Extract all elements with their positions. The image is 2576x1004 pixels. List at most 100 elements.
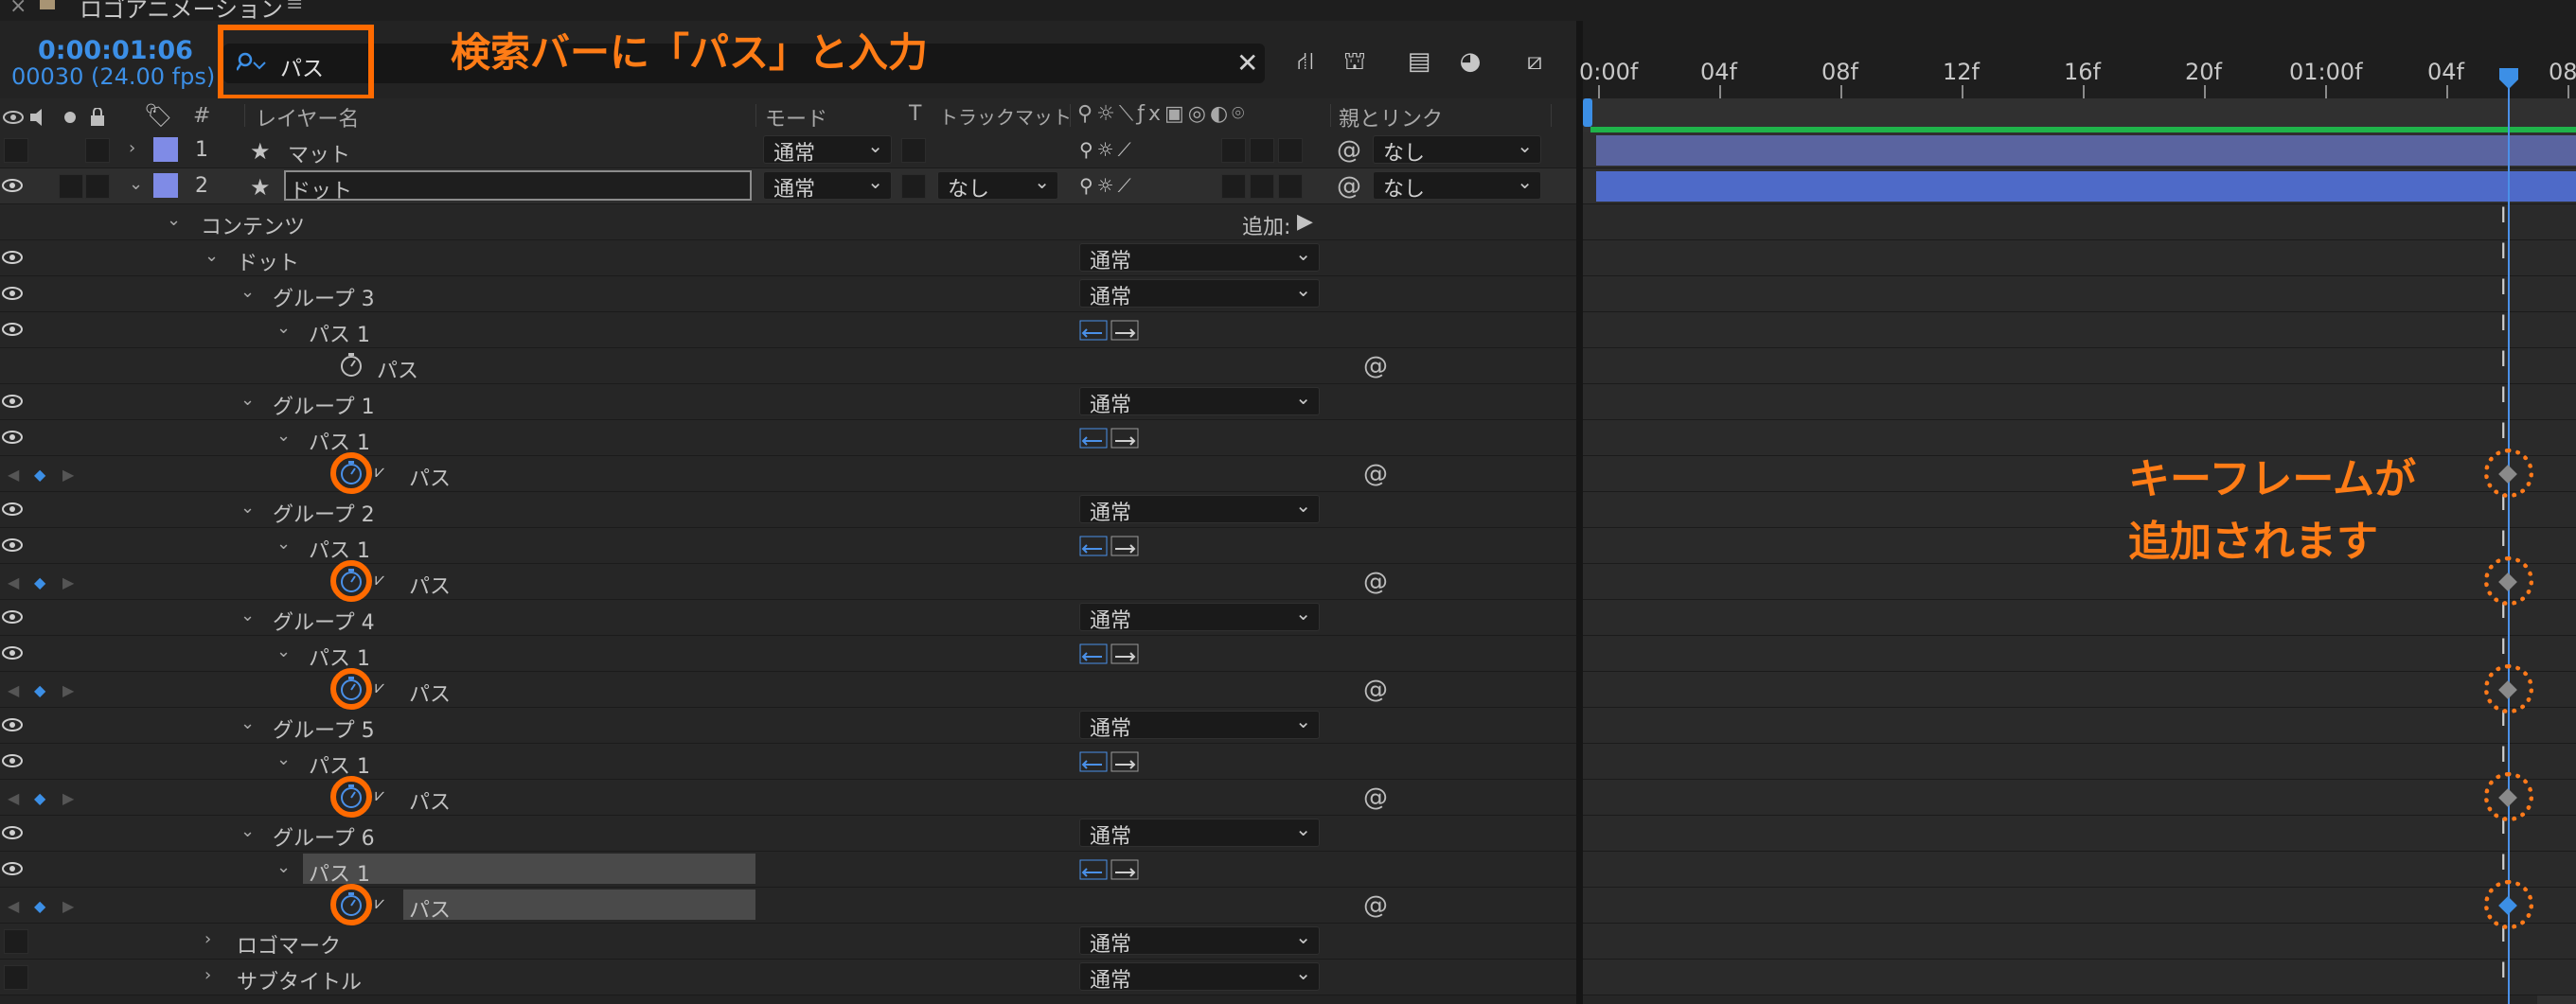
- preserve-transparency-toggle[interactable]: [901, 174, 926, 199]
- collapse-chevron-icon[interactable]: ⌄: [240, 282, 255, 302]
- column-divider[interactable]: [244, 104, 245, 127]
- parent-dropdown[interactable]: なし ⌄: [1373, 170, 1541, 202]
- path-row[interactable]: ⌄ パス 1: [0, 636, 1576, 672]
- solo-toggle[interactable]: [59, 174, 83, 199]
- path-direction-icon[interactable]: [1079, 536, 1140, 556]
- layer-name-header[interactable]: レイヤー名: [256, 102, 359, 132]
- path-row[interactable]: ⌄ パス 1: [0, 312, 1576, 348]
- graph-toggle-icon[interactable]: ⩗: [375, 570, 384, 590]
- keyframe-diamond-icon[interactable]: ◆: [34, 789, 45, 807]
- label-color-swatch[interactable]: [153, 173, 178, 198]
- frame-blending-icon[interactable]: ▤: [1403, 47, 1435, 79]
- prev-keyframe-icon[interactable]: ◀: [8, 789, 19, 807]
- group-row[interactable]: ⌄ グループ 4 通常 ⌄: [0, 600, 1576, 636]
- group-row[interactable]: ⌄ グループ 5 通常 ⌄: [0, 708, 1576, 744]
- keyframe-diamond-icon[interactable]: ◆: [34, 573, 45, 591]
- group-row[interactable]: ⌄ グループ 6 通常 ⌄: [0, 816, 1576, 852]
- column-divider[interactable]: [1551, 104, 1552, 127]
- pickwhip-icon[interactable]: @: [1337, 172, 1361, 201]
- blend-mode-dropdown[interactable]: 通常 ⌄: [1079, 602, 1320, 633]
- path-row[interactable]: ⌄ パス 1: [0, 528, 1576, 564]
- mode-dropdown[interactable]: 通常 ⌄: [763, 170, 892, 202]
- contents-row[interactable]: ⌄ コンテンツ 追加: ▶: [0, 204, 1576, 240]
- graph-toggle-icon[interactable]: ⩗: [375, 785, 384, 805]
- path-direction-icon[interactable]: [1079, 643, 1140, 664]
- column-divider[interactable]: [1330, 104, 1331, 127]
- timeline-track[interactable]: [1583, 168, 2576, 204]
- graph-toggle-icon[interactable]: ⩗: [375, 893, 384, 913]
- eye-icon[interactable]: [2, 717, 23, 732]
- pickwhip-icon[interactable]: @: [1363, 460, 1388, 488]
- path-direction-icon[interactable]: [1079, 859, 1140, 880]
- path-direction-icon[interactable]: [1079, 320, 1140, 341]
- expand-chevron-icon[interactable]: ›: [204, 929, 211, 949]
- graph-toggle-icon[interactable]: ⩗: [375, 678, 384, 697]
- keyframe-diamond-icon[interactable]: ◆: [34, 681, 45, 699]
- layer-row[interactable]: ⌄ 2 ★ ドット 通常 ⌄ なし ⌄ ⚲☼⟋ @ なし ⌄: [0, 168, 1576, 204]
- motion-blur-icon[interactable]: ◕: [1454, 47, 1486, 79]
- pickwhip-icon[interactable]: @: [1363, 784, 1388, 812]
- mode-dropdown[interactable]: 通常 ⌄: [763, 134, 892, 166]
- path-property-row[interactable]: ◀ ◆ ▶ ⩗ パス @: [0, 888, 1576, 924]
- collapse-chevron-icon[interactable]: ⌄: [276, 857, 291, 877]
- eye-icon[interactable]: [2, 394, 23, 409]
- eye-icon[interactable]: [2, 502, 23, 517]
- path-direction-icon[interactable]: [1079, 428, 1140, 449]
- next-keyframe-icon[interactable]: ▶: [62, 789, 74, 807]
- eye-icon[interactable]: [2, 178, 23, 193]
- prev-keyframe-icon[interactable]: ◀: [8, 466, 19, 484]
- next-keyframe-icon[interactable]: ▶: [62, 466, 74, 484]
- path-property-row[interactable]: ◀ ◆ ▶ ⩗ パス @: [0, 780, 1576, 816]
- switch-box[interactable]: [1278, 138, 1303, 163]
- group-row[interactable]: › ロゴマーク 通常 ⌄: [0, 924, 1576, 960]
- keyframe-diamond-icon[interactable]: ◆: [34, 466, 45, 484]
- collapse-chevron-icon[interactable]: ⌄: [240, 821, 255, 841]
- path-row[interactable]: ⌄ パス 1: [0, 852, 1576, 888]
- close-tab-icon[interactable]: ×: [9, 0, 27, 18]
- switch-box[interactable]: [1250, 138, 1274, 163]
- flowchart-icon[interactable]: ⛙: [1289, 47, 1322, 79]
- next-keyframe-icon[interactable]: ▶: [62, 573, 74, 591]
- eye-icon[interactable]: [2, 430, 23, 445]
- expand-chevron-icon[interactable]: ›: [204, 965, 211, 985]
- prev-keyframe-icon[interactable]: ◀: [8, 897, 19, 915]
- panel-divider[interactable]: [1576, 21, 1583, 1004]
- pickwhip-icon[interactable]: @: [1337, 136, 1361, 165]
- path-row[interactable]: ⌄ パス 1: [0, 420, 1576, 456]
- collapse-chevron-icon[interactable]: ⌄: [276, 318, 291, 338]
- eye-icon[interactable]: [2, 250, 23, 265]
- video-toggle[interactable]: [4, 929, 28, 954]
- preserve-transparency-toggle[interactable]: [901, 138, 926, 163]
- current-time[interactable]: 0:00:01:06: [38, 36, 193, 65]
- pickwhip-icon[interactable]: @: [1363, 352, 1388, 380]
- blend-mode-dropdown[interactable]: 通常 ⌄: [1079, 961, 1320, 993]
- eye-icon[interactable]: [2, 609, 23, 625]
- collapse-chevron-icon[interactable]: ⌄: [276, 534, 291, 554]
- blend-mode-dropdown[interactable]: 通常 ⌄: [1079, 386, 1320, 417]
- current-time-indicator[interactable]: [2508, 78, 2510, 1004]
- prev-keyframe-icon[interactable]: ◀: [8, 573, 19, 591]
- layer-duration-bar[interactable]: [1596, 171, 2576, 202]
- path-property-row[interactable]: ◀ ◆ ▶ ⩗ パス @: [0, 672, 1576, 708]
- switch-box[interactable]: [1221, 138, 1246, 163]
- pickwhip-icon[interactable]: @: [1363, 568, 1388, 596]
- group-row[interactable]: ⌄ グループ 2 通常 ⌄: [0, 492, 1576, 528]
- blend-mode-dropdown[interactable]: 通常 ⌄: [1079, 818, 1320, 849]
- eye-icon[interactable]: [2, 322, 23, 337]
- lock-toggle[interactable]: [85, 174, 110, 199]
- blend-mode-dropdown[interactable]: 通常 ⌄: [1079, 242, 1320, 273]
- collapse-chevron-icon[interactable]: ⌄: [240, 713, 255, 733]
- label-color-swatch[interactable]: [153, 137, 178, 162]
- pickwhip-icon[interactable]: @: [1363, 676, 1388, 704]
- blend-mode-dropdown[interactable]: 通常 ⌄: [1079, 278, 1320, 309]
- clear-search-icon[interactable]: ✕: [1236, 47, 1258, 79]
- eye-icon[interactable]: [2, 645, 23, 661]
- prev-keyframe-icon[interactable]: ◀: [8, 681, 19, 699]
- zoom-bar[interactable]: [1583, 21, 2576, 42]
- layer-switches[interactable]: ⚲☼⟋: [1079, 138, 1135, 161]
- next-keyframe-icon[interactable]: ▶: [62, 681, 74, 699]
- collapse-chevron-icon[interactable]: ⌄: [276, 642, 291, 661]
- graph-editor-icon[interactable]: ⧄: [1519, 47, 1551, 79]
- eye-icon[interactable]: [2, 286, 23, 301]
- path-property-row[interactable]: ◀ ◆ ▶ ⩗ パス @: [0, 564, 1576, 600]
